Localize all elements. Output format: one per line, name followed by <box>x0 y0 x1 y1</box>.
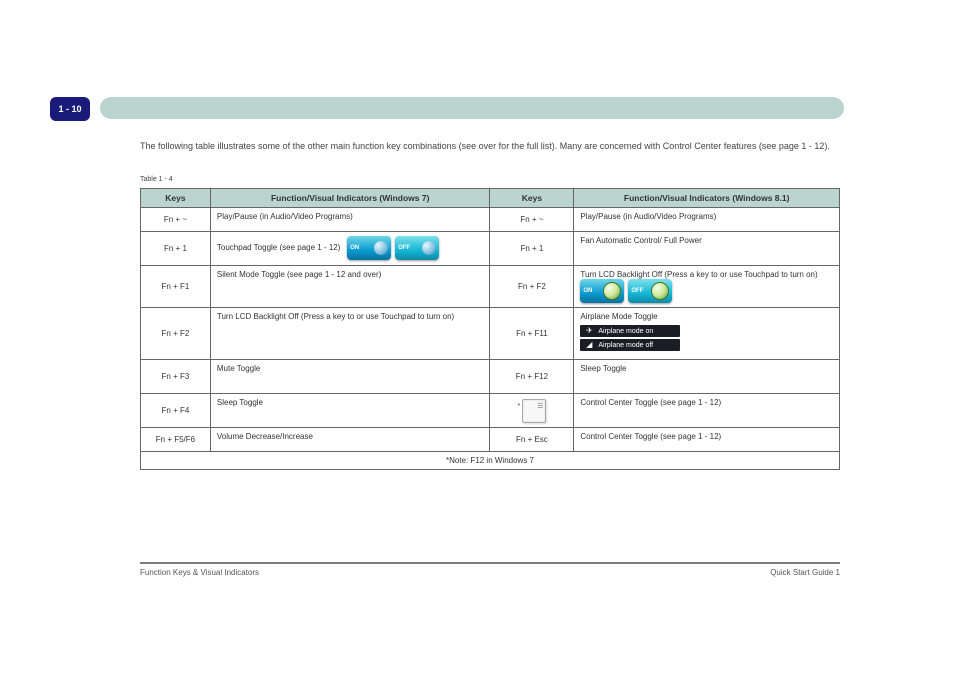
intro-line-2: with Control Center features (see page 1… <box>644 141 830 151</box>
th-keys-left: Keys <box>141 189 211 208</box>
cell-fn7: Volume Decrease/Increase <box>210 428 490 452</box>
footer-title-right: Quick Start Guide 1 <box>770 568 840 577</box>
globe-toggle-icons: ON OFF <box>580 279 672 303</box>
cell-fn81: Airplane Mode Toggle ✈ Airplane mode on … <box>574 308 840 360</box>
touchpad-toggle-icons: ON OFF <box>347 236 439 260</box>
footer-title-left: Function Keys & Visual Indicators <box>140 568 259 577</box>
cell-fn81: Control Center Toggle (see page 1 - 12) <box>574 394 840 428</box>
airplane-on-label: Airplane mode on <box>598 328 653 335</box>
th-keys-right: Keys <box>490 189 574 208</box>
airplane-mode-badges: ✈ Airplane mode on ◢ Airplane mode off <box>580 325 833 351</box>
function-keys-table: Keys Function/Visual Indicators (Windows… <box>140 188 840 470</box>
cell-key: Fn + F2 <box>141 308 211 360</box>
cell-icon-key: Fn + Esc <box>490 428 574 452</box>
cell-fn7: Touchpad Toggle (see page 1 - 12) ON OFF <box>210 232 490 266</box>
touchpad-on-icon: ON <box>347 236 391 260</box>
globe-off-icon: OFF <box>628 279 672 303</box>
cell-fn7: Mute Toggle <box>210 360 490 394</box>
cell-icon-key: Fn + F12 <box>490 360 574 394</box>
airplane-off-label: Airplane mode off <box>598 342 653 349</box>
cell-fn81-text: Airplane Mode Toggle <box>580 312 657 321</box>
page-number-badge: 1 - 10 <box>50 97 90 121</box>
cell-icon-key: Fn + 1 <box>490 232 574 266</box>
cell-fn81-text: Turn LCD Backlight Off (Press a key to o… <box>580 270 817 279</box>
table-footer-row: *Note: F12 in Windows 7 <box>141 452 840 470</box>
cell-key: Fn + F1 <box>141 266 211 308</box>
intro-text: The following table illustrates some of … <box>140 140 840 153</box>
table-footnote: *Note: F12 in Windows 7 <box>141 452 840 470</box>
th-fn-win81: Function/Visual Indicators (Windows 8.1) <box>574 189 840 208</box>
table-row: Fn + ~ Play/Pause (in Audio/Video Progra… <box>141 208 840 232</box>
footer-divider <box>140 562 840 564</box>
cell-key: Fn + F5/F6 <box>141 428 211 452</box>
cell-icon-key-note: * <box>517 403 520 410</box>
cell-fn7: Sleep Toggle <box>210 394 490 428</box>
cell-fn81: Play/Pause (in Audio/Video Programs) <box>574 208 840 232</box>
cell-icon-key: Fn + ~ <box>490 208 574 232</box>
cell-key: Fn + 1 <box>141 232 211 266</box>
cell-fn7: Turn LCD Backlight Off (Press a key to o… <box>210 308 490 360</box>
cell-key: Fn + F4 <box>141 394 211 428</box>
cell-key: Fn + ~ <box>141 208 211 232</box>
table-number-note: Table 1 - 4 <box>140 176 173 183</box>
menu-key-icon: ☰ <box>522 399 546 423</box>
cell-icon-key: Fn + F11 <box>490 308 574 360</box>
cell-key: Fn + F3 <box>141 360 211 394</box>
cell-icon-key: Fn + F2 <box>490 266 574 308</box>
cell-fn81: Fan Automatic Control/ Full Power <box>574 232 840 266</box>
table-row: Fn + F2 Turn LCD Backlight Off (Press a … <box>141 308 840 360</box>
th-fn-win7: Function/Visual Indicators (Windows 7) <box>210 189 490 208</box>
table-row: Fn + 1 Touchpad Toggle (see page 1 - 12)… <box>141 232 840 266</box>
intro-line-1: The following table illustrates some of … <box>140 141 642 151</box>
cell-fn7-text: Touchpad Toggle (see page 1 - 12) <box>217 243 341 252</box>
airplane-icon: ✈ <box>584 327 594 335</box>
table-row: Fn + F5/F6 Volume Decrease/Increase Fn +… <box>141 428 840 452</box>
section-header-bar <box>100 97 844 119</box>
cell-icon-key: * ☰ <box>490 394 574 428</box>
airplane-mode-off-badge: ◢ Airplane mode off <box>580 339 680 351</box>
cell-fn81: Control Center Toggle (see page 1 - 12) <box>574 428 840 452</box>
table-row: Fn + F1 Silent Mode Toggle (see page 1 -… <box>141 266 840 308</box>
page-footer: Function Keys & Visual Indicators Quick … <box>140 568 840 577</box>
touchpad-off-icon: OFF <box>395 236 439 260</box>
cell-fn81: Turn LCD Backlight Off (Press a key to o… <box>574 266 840 308</box>
table-header-row: Keys Function/Visual Indicators (Windows… <box>141 189 840 208</box>
globe-on-icon: ON <box>580 279 624 303</box>
cell-fn7: Play/Pause (in Audio/Video Programs) <box>210 208 490 232</box>
cell-fn7: Silent Mode Toggle (see page 1 - 12 and … <box>210 266 490 308</box>
table-row: Fn + F3 Mute Toggle Fn + F12 Sleep Toggl… <box>141 360 840 394</box>
airplane-mode-on-badge: ✈ Airplane mode on <box>580 325 680 337</box>
cell-fn81: Sleep Toggle <box>574 360 840 394</box>
signal-icon: ◢ <box>584 341 594 349</box>
table-row: Fn + F4 Sleep Toggle * ☰ Control Center … <box>141 394 840 428</box>
